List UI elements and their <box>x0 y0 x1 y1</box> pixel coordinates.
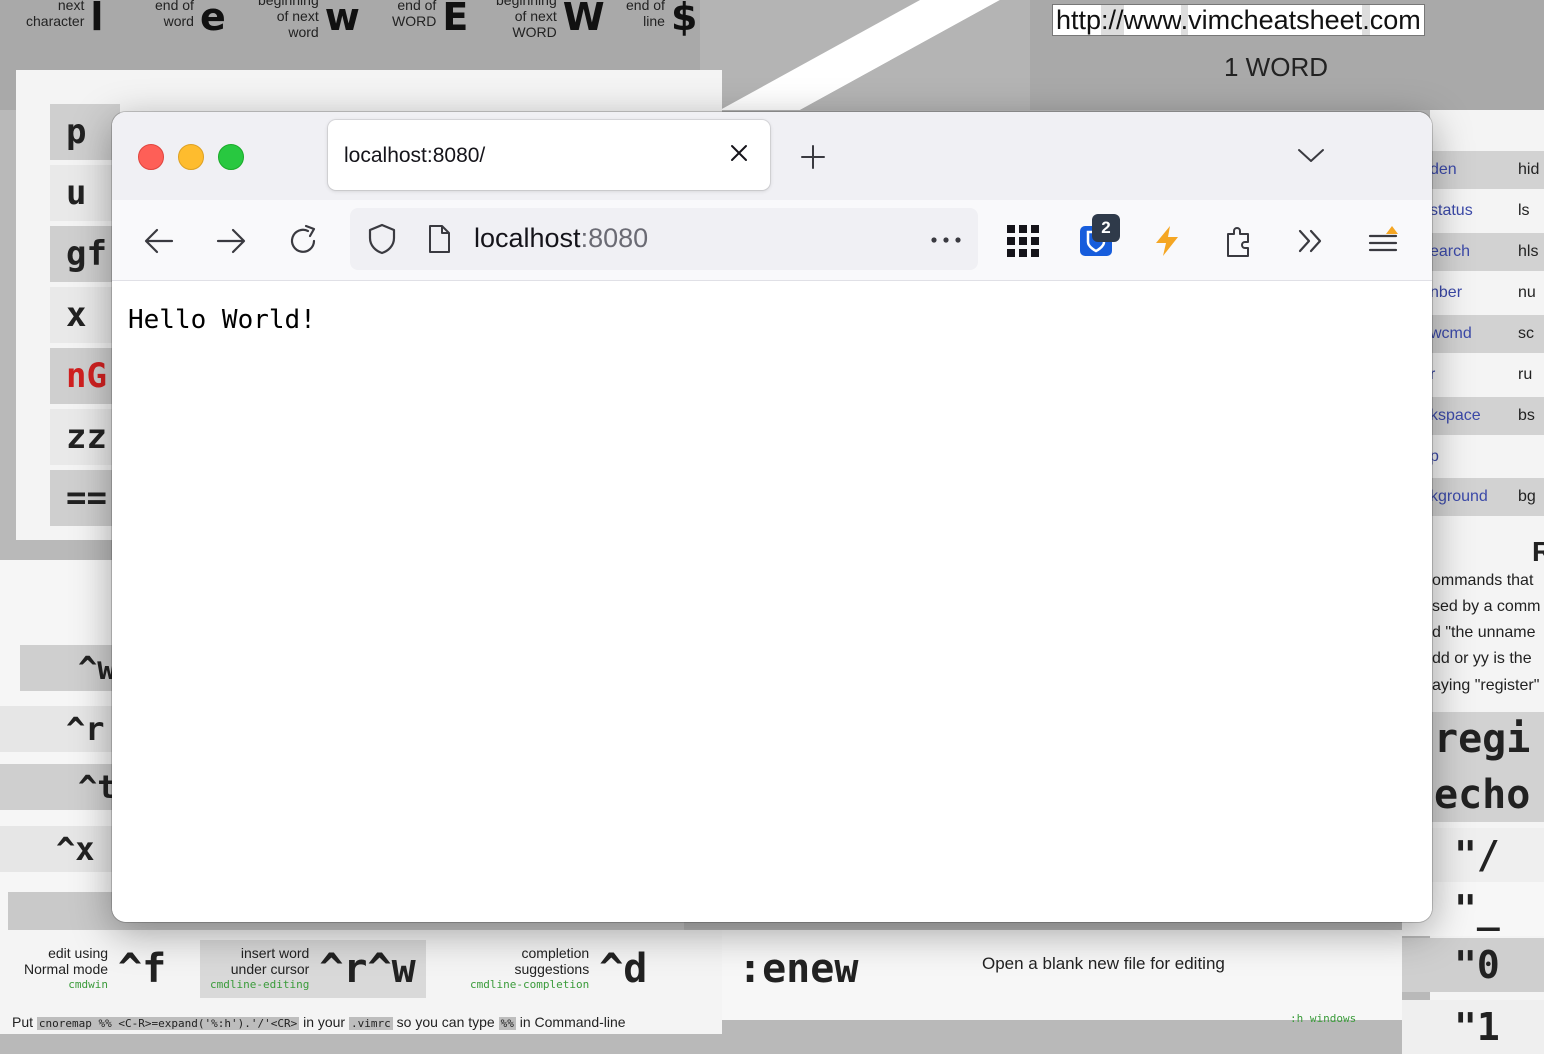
motion-key: e <box>199 0 226 39</box>
motion-next-word: beginning of next word w <box>258 0 360 40</box>
navigation-toolbar: localhost:8080 2 <box>112 200 1432 281</box>
page-icon[interactable] <box>426 224 452 254</box>
key-p: p <box>50 104 120 160</box>
registers-text-line: ommands that <box>1432 572 1534 589</box>
option-row: wcmd sc <box>1430 315 1544 353</box>
echo-command: echo <box>1434 772 1531 818</box>
example-url: http://www.vimcheatsheet.com <box>1052 4 1425 36</box>
register-one: "1 <box>1402 1000 1544 1054</box>
left-key-column: p u gf x nG zz == <box>50 104 120 531</box>
register-zero: "0 <box>1402 938 1544 992</box>
url-word-label: 1 WORD <box>1224 52 1328 82</box>
option-row: kspace bs <box>1430 397 1544 435</box>
motion-label: beginning of next word <box>258 0 319 40</box>
extension-badge: 2 <box>1092 214 1120 242</box>
motion-label: end of WORD <box>392 0 437 29</box>
close-window-button[interactable] <box>138 144 164 170</box>
back-arrow-icon[interactable] <box>142 224 176 258</box>
motion-end-of-WORD: end of WORD E <box>392 0 469 39</box>
motion-key: W <box>562 0 605 39</box>
motion-label: end of word <box>155 0 194 29</box>
motion-label: next character <box>26 0 85 29</box>
minimize-window-button[interactable] <box>178 144 204 170</box>
motion-key: $ <box>670 0 698 39</box>
registers-heading: R <box>1532 536 1544 567</box>
key-nG: nG <box>50 348 120 404</box>
extensions-puzzle-icon[interactable] <box>1222 224 1256 258</box>
enew-key: :enew <box>738 946 859 992</box>
key-zz: zz <box>50 409 120 465</box>
option-row: den hid <box>1430 151 1544 189</box>
registers-text-line: aying "register" <box>1432 677 1540 694</box>
key-u: u <box>50 165 120 221</box>
hello-world-text: Hello World! <box>128 305 316 335</box>
motion-next-character: next character l <box>26 0 104 39</box>
more-options-icon[interactable] <box>930 236 962 244</box>
tab-title: localhost:8080/ <box>344 144 486 167</box>
shield-icon[interactable] <box>366 222 398 256</box>
cmd-completion: completion suggestions cmdline-completion… <box>470 945 648 992</box>
forward-arrow-icon[interactable] <box>214 224 248 258</box>
option-row: p <box>1430 448 1439 465</box>
cmd-edit-normal: edit using Normal mode cmdwin ^f <box>24 945 167 992</box>
browser-window: localhost:8080/ localhost:8080 2 Hello W… <box>112 112 1432 922</box>
reload-icon[interactable] <box>286 224 320 258</box>
option-row: r ru <box>1430 366 1533 383</box>
motion-label: end of line <box>626 0 665 29</box>
new-tab-icon[interactable] <box>798 142 828 172</box>
motion-label: beginning of next WORD <box>496 0 557 40</box>
tab-active[interactable]: localhost:8080/ <box>328 120 770 190</box>
registers-text-line: d "the unname <box>1432 624 1536 641</box>
hamburger-menu-icon[interactable] <box>1366 224 1400 258</box>
close-tab-icon[interactable] <box>728 142 750 164</box>
url-text[interactable]: localhost:8080 <box>474 223 648 254</box>
motion-end-of-line: end of line $ <box>626 0 698 39</box>
chevron-arrow-shape <box>700 0 1030 110</box>
motion-key: w <box>324 0 360 39</box>
cnoremap-tip: Put cnoremap %% <C-R>=expand('%:h').'/'<… <box>12 1014 626 1030</box>
apps-grid-icon[interactable] <box>1006 224 1040 258</box>
registers-command: regi <box>1434 716 1531 762</box>
motion-key: l <box>90 0 104 39</box>
cmd-insert-word: insert word under cursor cmdline-editing … <box>200 940 426 998</box>
url-bar[interactable]: localhost:8080 <box>350 208 978 270</box>
key-x: x <box>50 287 120 343</box>
key-equals: == <box>50 470 120 526</box>
option-row: nber nu <box>1430 284 1536 301</box>
lightning-extension-icon[interactable] <box>1150 224 1184 258</box>
motion-key: E <box>442 0 469 39</box>
overflow-menu-icon[interactable] <box>1294 224 1328 258</box>
option-row: status ls <box>1430 202 1530 219</box>
key-gf: gf <box>50 226 120 282</box>
chevron-down-icon[interactable] <box>1296 144 1326 166</box>
option-row: kground bg <box>1430 478 1544 516</box>
option-row: earch hls <box>1430 233 1544 271</box>
help-windows-tag: :h windows <box>1290 1012 1357 1025</box>
registers-text-line: sed by a comm <box>1432 598 1541 615</box>
registers-text-line: dd or yy is the <box>1432 650 1532 667</box>
motion-next-WORD: beginning of next WORD W <box>496 0 605 40</box>
enew-description: Open a blank new file for editing <box>982 954 1225 973</box>
tab-bar: localhost:8080/ <box>112 112 1432 200</box>
page-content: Hello World! <box>112 281 1432 922</box>
zoom-window-button[interactable] <box>218 144 244 170</box>
motion-end-of-word: end of word e <box>155 0 226 39</box>
